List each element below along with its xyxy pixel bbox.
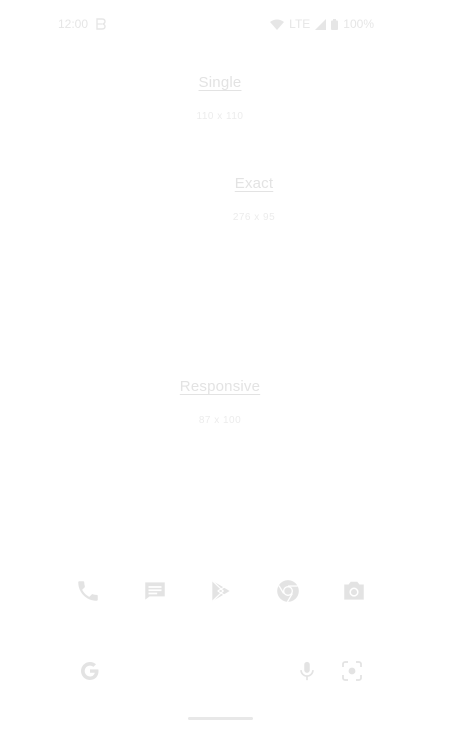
responsive-widget-size: 87 x 100 <box>198 415 242 426</box>
voice-search-button[interactable] <box>296 660 318 682</box>
google-search-bar[interactable] <box>66 650 376 692</box>
phone-app[interactable] <box>66 572 110 610</box>
single-widget-title: Single <box>198 74 242 91</box>
single-widget[interactable]: Single 110 x 110 <box>170 74 270 122</box>
play-store-app[interactable] <box>199 572 243 610</box>
chrome-icon <box>276 580 299 603</box>
messages-icon <box>144 582 165 600</box>
status-time: 12:00 <box>58 17 89 31</box>
gesture-nav-handle[interactable] <box>188 717 253 720</box>
cell-signal-icon <box>315 18 327 30</box>
camera-app[interactable] <box>332 572 376 610</box>
search-left <box>66 659 102 683</box>
search-right <box>296 659 376 683</box>
responsive-widget-title: Responsive <box>179 378 261 395</box>
microphone-icon <box>300 661 314 681</box>
network-type: LTE <box>289 17 311 31</box>
lens-icon <box>342 661 362 681</box>
lens-search-button[interactable] <box>340 659 364 683</box>
b-notification-icon <box>96 18 106 30</box>
status-right: LTE 100% <box>270 17 374 31</box>
messages-app[interactable] <box>133 572 177 610</box>
google-g-icon <box>81 662 99 680</box>
chrome-app[interactable] <box>266 572 310 610</box>
home-screen: 12:00 LTE 100% Single 110 x 110 Exact 27… <box>0 0 458 752</box>
status-bar: 12:00 LTE 100% <box>58 14 374 34</box>
single-widget-size: 110 x 110 <box>196 111 244 122</box>
phone-icon <box>78 581 98 601</box>
app-dock <box>66 572 376 610</box>
battery-icon <box>331 18 339 30</box>
responsive-widget[interactable]: Responsive 87 x 100 <box>160 378 280 426</box>
exact-widget[interactable]: Exact 276 x 95 <box>204 175 304 223</box>
battery-percentage: 100% <box>343 17 374 31</box>
exact-widget-size: 276 x 95 <box>232 212 276 223</box>
play-store-icon <box>211 580 230 602</box>
status-left: 12:00 <box>58 17 106 31</box>
wifi-icon <box>270 19 285 30</box>
exact-widget-title: Exact <box>234 175 274 192</box>
camera-icon <box>344 581 364 600</box>
